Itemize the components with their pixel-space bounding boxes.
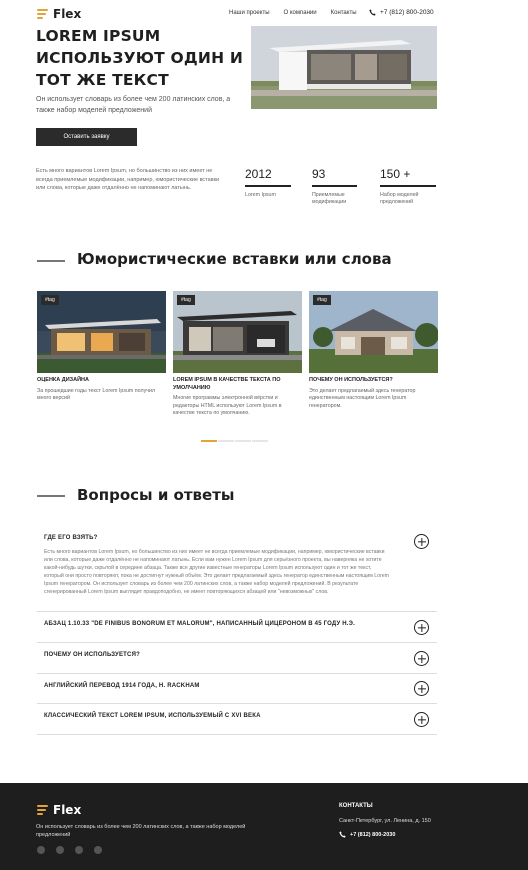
stat-label: Приемлемые модификации	[312, 191, 347, 205]
section-divider	[37, 260, 65, 262]
faq-question[interactable]: АНГЛИЙСКИЙ ПЕРЕВОД 1914 ГОДА, H. RACKHAM	[44, 683, 200, 689]
stat-label: Набор моделей предложений	[380, 191, 419, 205]
section-divider	[37, 495, 65, 497]
stat-label: Lorem Ipsum	[245, 191, 276, 198]
hero-title: LOREM IPSUM ИСПОЛЬЗУЮТ ОДИН И ТОТ ЖЕ ТЕК…	[36, 27, 244, 89]
plus-icon[interactable]	[414, 681, 429, 696]
faq-title: Вопросы и ответы	[77, 486, 235, 504]
nav-item-projects[interactable]: Наши проекты	[229, 10, 270, 16]
card-title[interactable]: ОЦЕНКА ДИЗАЙНА	[37, 377, 166, 385]
faq-item[interactable]: КЛАССИЧЕСКИЙ ТЕКСТ LOREM IPSUM, ИСПОЛЬЗУ…	[37, 704, 437, 735]
faq-question[interactable]: ГДЕ ЕГО ВЗЯТЬ?	[44, 535, 97, 541]
header-phone[interactable]: +7 (812) 800-2030	[369, 9, 434, 16]
phone-icon	[339, 831, 346, 838]
stat-modifications: 93 Приемлемые модификации	[312, 167, 367, 206]
project-image: #tag	[37, 291, 166, 373]
footer-description: Он использует словарь из более чем 200 л…	[36, 824, 246, 838]
stat-value: 2012	[245, 167, 272, 181]
phone-number: +7 (812) 800-2030	[380, 9, 434, 16]
card-title[interactable]: ПОЧЕМУ ОН ИСПОЛЬЗУЕТСЯ?	[309, 377, 438, 385]
footer: Flex Он использует словарь из более чем …	[0, 783, 528, 870]
social-links	[37, 846, 102, 854]
instagram-icon[interactable]	[75, 846, 83, 854]
faq-item[interactable]: АБЗАЦ 1.10.33 "DE FINIBUS BONORUM ET MAL…	[37, 612, 437, 643]
project-card[interactable]: #tag LOREM IPSUM В КАЧЕСТВЕ ТЕКСТА ПО УМ…	[173, 291, 302, 418]
footer-phone[interactable]: +7 (812) 800-2030	[339, 831, 395, 838]
logo-text: Flex	[53, 7, 82, 21]
card-tag[interactable]: #tag	[41, 295, 59, 305]
card-description: Многие программы электронной вёрстки и р…	[173, 395, 282, 416]
nav-item-about[interactable]: О компании	[284, 10, 317, 16]
request-button[interactable]: Оставить заявку	[36, 128, 137, 146]
faq-answer: Есть много вариантов Lorem Ipsum, но бол…	[44, 549, 389, 595]
project-card[interactable]: #tag ОЦЕНКА ДИЗАЙНА За прошедшие годы те…	[37, 291, 166, 403]
phone-icon	[369, 9, 376, 16]
card-tag[interactable]: #tag	[177, 295, 195, 305]
card-tag[interactable]: #tag	[313, 295, 331, 305]
nav-item-contacts[interactable]: Контакты	[331, 10, 357, 16]
logo-icon	[37, 9, 48, 19]
plus-icon[interactable]	[414, 651, 429, 666]
project-image: #tag	[173, 291, 302, 373]
stat-year: 2012 Lorem Ipsum	[245, 167, 300, 199]
hero-subtitle: Он использует словарь из более чем 200 л…	[36, 96, 231, 114]
faq-question[interactable]: ПОЧЕМУ ОН ИСПОЛЬЗУЕТСЯ?	[44, 652, 140, 658]
stat-value: 150 +	[380, 167, 411, 181]
carousel-pagination	[201, 440, 268, 442]
twitter-icon[interactable]	[56, 846, 64, 854]
intro-text: Есть много вариантов Lorem Ipsum, но бол…	[36, 168, 220, 191]
stat-models: 150 + Набор моделей предложений	[380, 167, 436, 206]
faq-item[interactable]: ПОЧЕМУ ОН ИСПОЛЬЗУЕТСЯ?	[37, 643, 437, 674]
carousel-dot[interactable]	[218, 440, 234, 442]
logo-icon	[37, 805, 48, 815]
carousel-dot-active[interactable]	[201, 440, 217, 442]
faq-question[interactable]: АБЗАЦ 1.10.33 "DE FINIBUS BONORUM ET MAL…	[44, 621, 355, 627]
carousel-dot[interactable]	[235, 440, 251, 442]
faq-question[interactable]: КЛАССИЧЕСКИЙ ТЕКСТ LOREM IPSUM, ИСПОЛЬЗУ…	[44, 713, 261, 719]
main-nav: Наши проекты О компании Контакты	[229, 10, 357, 16]
card-title[interactable]: LOREM IPSUM В КАЧЕСТВЕ ТЕКСТА ПО УМОЛЧАН…	[173, 377, 302, 392]
footer-address: Санкт-Петербург, ул. Ленина, д. 150	[339, 818, 431, 824]
stat-value: 93	[312, 167, 326, 181]
footer-logo[interactable]: Flex	[37, 803, 81, 817]
contacts-heading: КОНТАКТЫ	[339, 803, 373, 809]
phone-number: +7 (812) 800-2030	[350, 831, 396, 838]
github-icon[interactable]	[94, 846, 102, 854]
hero-house-image	[251, 26, 437, 109]
faq-item-expanded[interactable]: ГДЕ ЕГО ВЗЯТЬ? Есть много вариантов Lore…	[37, 530, 437, 612]
card-description: За прошедшие годы текст Lorem Ipsum полу…	[37, 387, 156, 402]
plus-icon[interactable]	[414, 534, 429, 549]
project-image: #tag	[309, 291, 438, 373]
card-description: Это делает предлагаемый здесь генератор …	[309, 387, 416, 409]
projects-title: Юмористические вставки или слова	[77, 250, 392, 268]
plus-icon[interactable]	[414, 712, 429, 727]
plus-icon[interactable]	[414, 620, 429, 635]
project-card[interactable]: #tag ПОЧЕМУ ОН ИСПОЛЬЗУЕТСЯ? Это делает …	[309, 291, 438, 410]
logo[interactable]: Flex	[37, 7, 81, 21]
logo-text: Flex	[53, 803, 82, 817]
carousel-dot[interactable]	[252, 440, 268, 442]
facebook-icon[interactable]	[37, 846, 45, 854]
faq-item[interactable]: АНГЛИЙСКИЙ ПЕРЕВОД 1914 ГОДА, H. RACKHAM	[37, 674, 437, 704]
